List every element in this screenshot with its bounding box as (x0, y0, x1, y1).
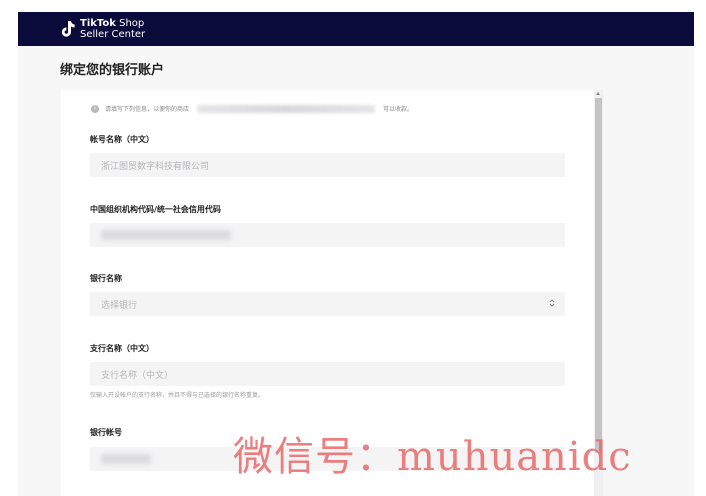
account-name-value: 浙江图贸数字科技有限公司 (101, 161, 210, 172)
scroll-up-icon[interactable] (596, 92, 600, 95)
blurred-shop-name (197, 104, 376, 113)
org-code-field[interactable] (90, 223, 565, 247)
branch-name-hint: 仅输入开设帐户的支行名称，并且不得与已选择的银行名称重复。 (90, 392, 265, 399)
tiktok-note-icon (60, 20, 76, 38)
org-code-label: 中国组织机构代码/统一社会信用代码 (90, 205, 221, 214)
info-icon: i (91, 104, 99, 113)
notice-prefix: 请填写下列信息，以便你的商店 (105, 106, 190, 113)
brand-subtitle: Seller Center (80, 28, 146, 40)
account-name-label: 帐号名称（中文） (90, 135, 154, 144)
blurred-org-code (101, 230, 231, 240)
chevron-updown-icon (549, 298, 555, 308)
branch-name-placeholder: 支行名称（中文） (101, 370, 174, 381)
watermark-text: 微信号：muhuanidc (233, 434, 632, 480)
branch-name-label: 支行名称（中文） (90, 344, 154, 353)
info-notice: i 请填写下列信息，以便你的商店 可以收款。 (91, 104, 413, 113)
account-name-field[interactable]: 浙江图贸数字科技有限公司 (90, 153, 565, 177)
account-number-label: 银行帐号 (90, 428, 122, 437)
brand-name: TikTok Shop (80, 17, 145, 29)
top-header: TikTok Shop Seller Center (18, 12, 694, 46)
notice-suffix: 可以收款。 (383, 106, 414, 113)
blurred-account-number (101, 454, 151, 464)
bank-select[interactable]: 选择银行 (90, 292, 565, 316)
page-title: 绑定您的银行账户 (60, 63, 165, 78)
bank-name-label: 银行名称 (90, 274, 122, 283)
bank-select-placeholder: 选择银行 (101, 300, 138, 311)
tiktok-shop-logo[interactable]: TikTok Shop Seller Center (60, 17, 146, 40)
branch-name-input[interactable]: 支行名称（中文） (90, 362, 565, 386)
scroll-thumb[interactable] (595, 98, 602, 453)
